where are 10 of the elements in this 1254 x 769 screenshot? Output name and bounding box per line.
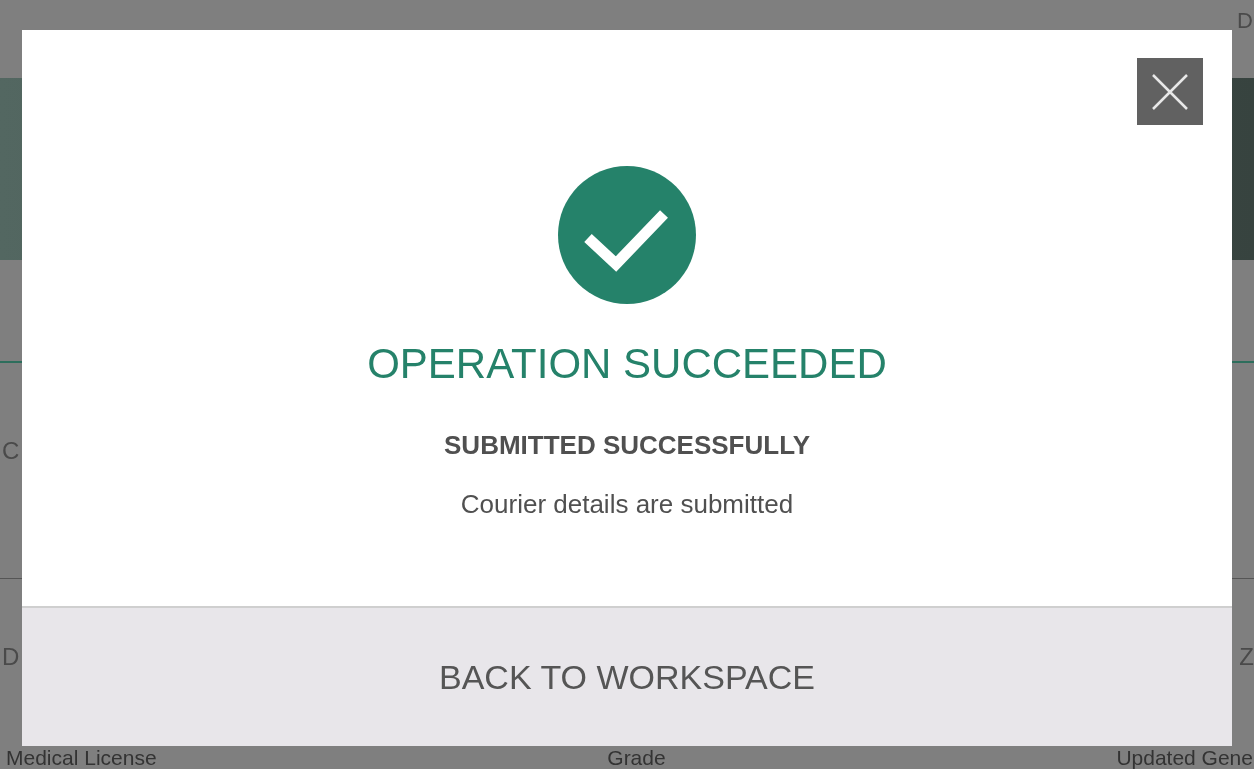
close-button[interactable] (1137, 58, 1203, 125)
check-circle-icon (558, 166, 696, 304)
dialog-message: Courier details are submitted (460, 489, 794, 520)
field-label: Updated Gene (1116, 747, 1253, 768)
close-icon (1150, 71, 1190, 112)
back-to-workspace-button[interactable]: BACK TO WORKSPACE (22, 606, 1232, 746)
field-label: Medical License (6, 747, 157, 768)
dialog-title: OPERATION SUCCEEDED (367, 340, 887, 388)
dialog-subtitle: SUBMITTED SUCCESSFULLY (444, 430, 810, 461)
field-label: Grade (607, 747, 666, 768)
